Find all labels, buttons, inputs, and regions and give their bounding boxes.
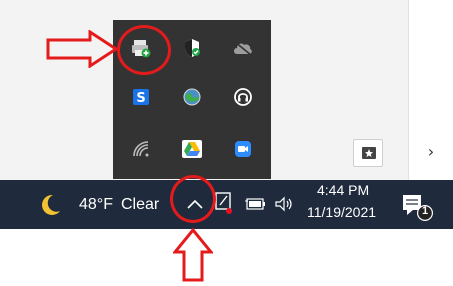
google-drive-icon[interactable] <box>174 132 210 166</box>
wifi-icon[interactable] <box>123 132 159 166</box>
headphones-icon[interactable] <box>225 80 261 114</box>
clock-time[interactable]: 4:44 PM <box>317 182 369 198</box>
side-action-button[interactable] <box>353 139 383 167</box>
globe-app-icon[interactable] <box>174 80 210 114</box>
pen-icon[interactable] <box>213 191 235 219</box>
arrow-pointing-right <box>46 29 119 72</box>
zoom-video-icon[interactable] <box>225 132 261 166</box>
star-note-icon <box>362 147 376 159</box>
battery-icon[interactable] <box>245 196 267 216</box>
notification-count: 1 <box>421 205 429 217</box>
weather-condition[interactable]: Clear <box>121 196 159 214</box>
security-shield-icon[interactable] <box>174 31 210 65</box>
notification-icon <box>403 195 433 221</box>
weather-temperature[interactable]: 48°F <box>79 196 113 214</box>
moon-icon[interactable] <box>36 193 62 221</box>
svg-text:S: S <box>136 91 145 106</box>
notification-button[interactable]: 1 <box>401 192 437 224</box>
speaker-icon[interactable] <box>274 196 294 216</box>
arrow-pointing-up <box>171 227 215 286</box>
clock-date[interactable]: 11/19/2021 <box>307 204 376 220</box>
circle-around-chevron <box>170 175 216 223</box>
circle-around-printer-icon <box>117 25 171 75</box>
cloud-offline-icon[interactable] <box>225 31 261 65</box>
chevron-right-icon[interactable]: › <box>424 142 438 162</box>
sync-s-icon[interactable]: S <box>123 80 159 114</box>
